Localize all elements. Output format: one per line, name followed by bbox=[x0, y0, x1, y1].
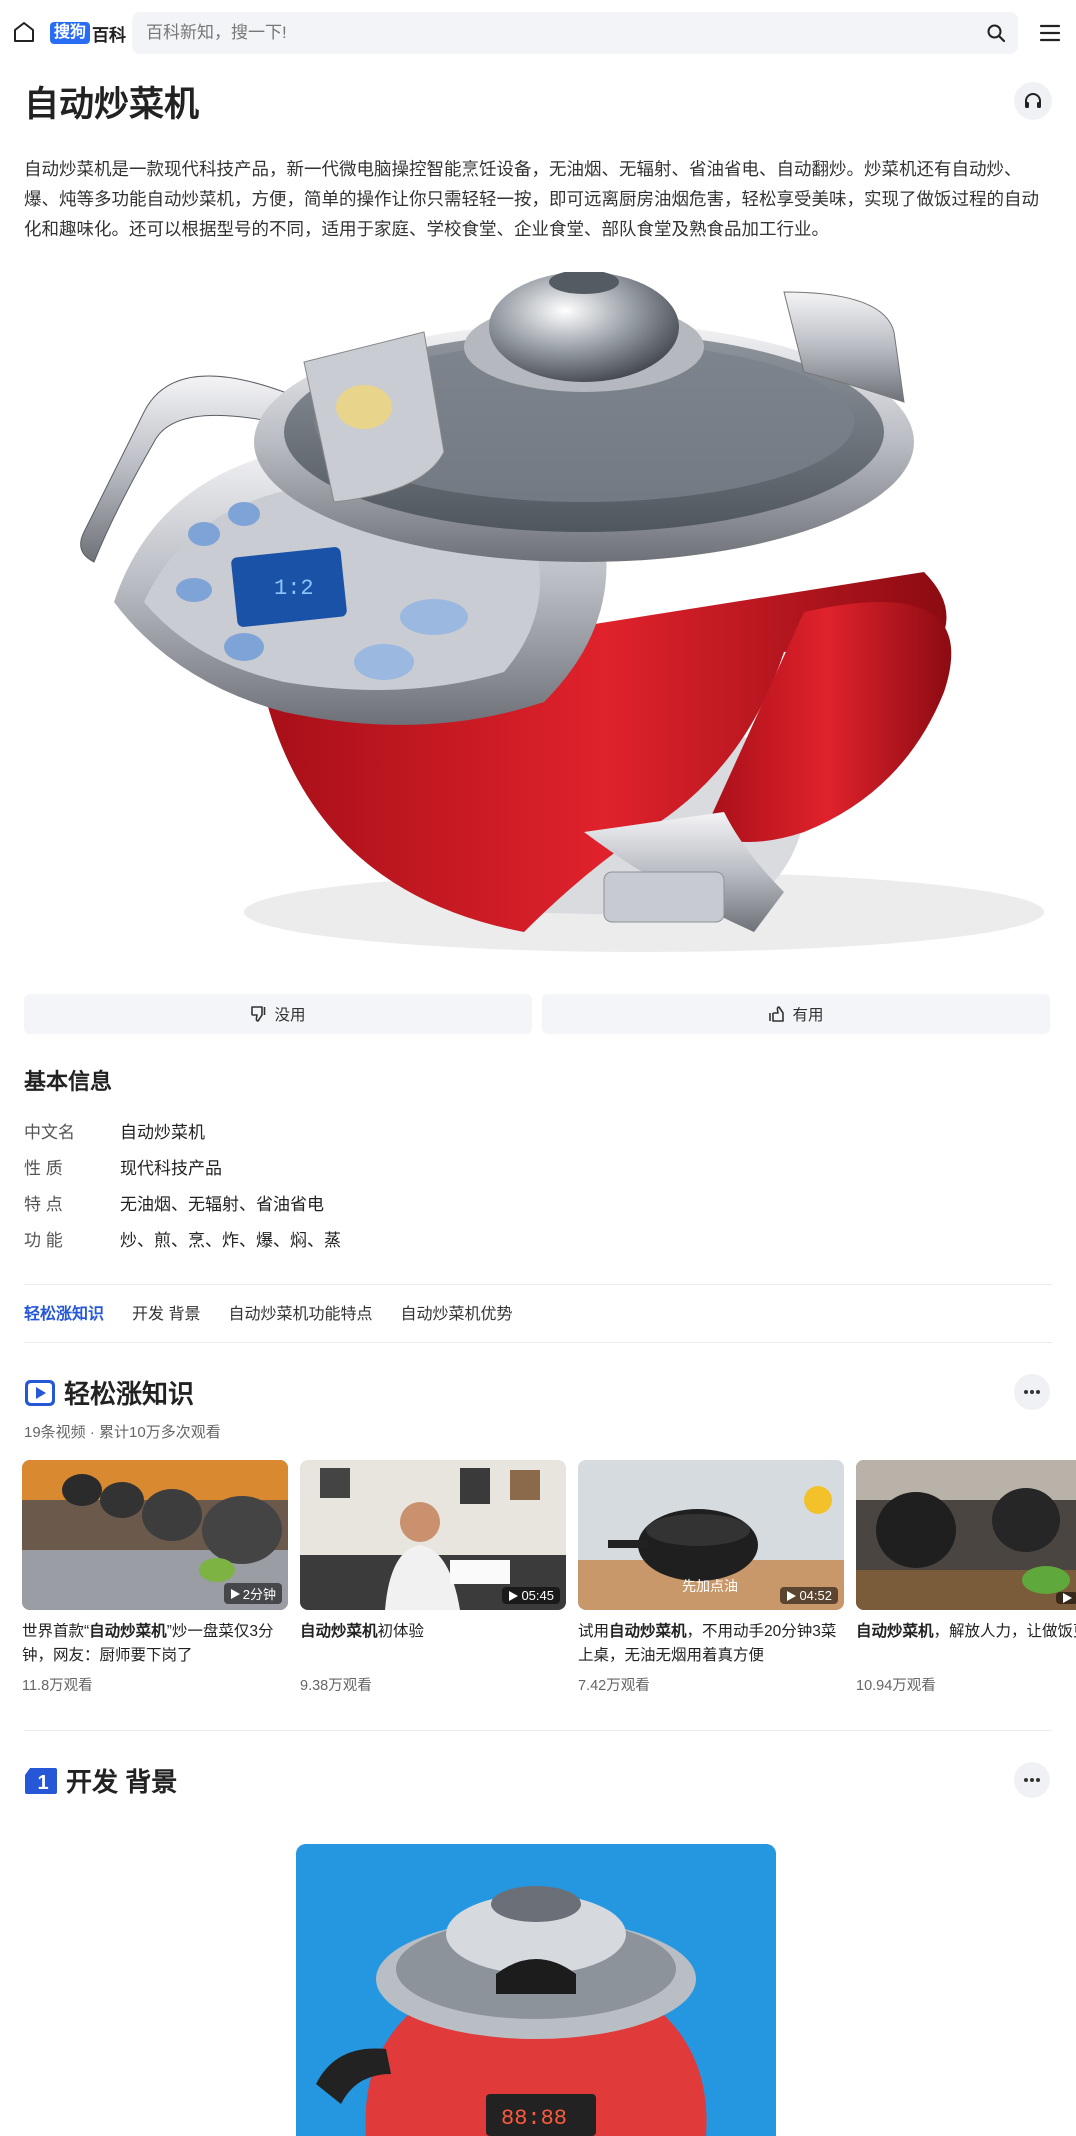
play-icon bbox=[787, 1590, 797, 1601]
home-icon[interactable] bbox=[12, 20, 36, 44]
video-thumbnail[interactable] bbox=[856, 1460, 1076, 1610]
play-icon bbox=[509, 1590, 519, 1601]
more-icon bbox=[1024, 1390, 1040, 1394]
video-title-pre: 试用 bbox=[578, 1623, 610, 1640]
video-caption: 先加点油 bbox=[682, 1578, 738, 1594]
knowledge-meta: 19条视频 · 累计10万多次观看 bbox=[24, 1424, 221, 1441]
video-thumbnail[interactable]: 先加点油 04:52 bbox=[578, 1460, 844, 1610]
search-icon[interactable] bbox=[986, 23, 1006, 43]
video-views: 10.94万观看 bbox=[856, 1678, 936, 1694]
headphones-icon bbox=[1025, 93, 1041, 108]
divider bbox=[24, 1730, 1052, 1731]
basic-info-table: 中文名 自动炒菜机 性 质 现代科技产品 特 点 无油烟、无辐射、省油省电 功 … bbox=[24, 1112, 341, 1256]
video-play-icon bbox=[25, 1379, 55, 1406]
video-thumbnail[interactable]: 05:45 bbox=[300, 1460, 566, 1610]
video-title[interactable]: 自动炒菜机，解放人力，让做饭更 bbox=[856, 1620, 1076, 1668]
video-title[interactable]: 世界首款“自动炒菜机”炒一盘菜仅3分钟，网友：厨师要下岗了 bbox=[22, 1620, 288, 1668]
useful-label: 有用 bbox=[792, 1007, 824, 1024]
menu-icon[interactable] bbox=[1038, 22, 1062, 44]
useless-label: 没用 bbox=[274, 1007, 306, 1024]
logo-text: 百科 bbox=[92, 25, 127, 45]
tab-features[interactable]: 自动炒菜机功能特点 bbox=[228, 1300, 372, 1324]
tab-knowledge[interactable]: 轻松涨知识 bbox=[24, 1300, 104, 1324]
page-title: 自动炒菜机 bbox=[24, 85, 200, 124]
info-key: 中文名 bbox=[24, 1122, 75, 1142]
info-value: 自动炒菜机 bbox=[120, 1122, 205, 1142]
info-row: 性 质 现代科技产品 bbox=[24, 1148, 341, 1184]
video-carousel: 2分钟 世界首款“自动炒菜机”炒一盘菜仅3分钟，网友：厨师要下岗了 11.8万观… bbox=[22, 1460, 1076, 1710]
cooker-photo: 88:88 bbox=[296, 1844, 776, 2136]
video-duration: 05:45 bbox=[502, 1587, 560, 1604]
more-icon bbox=[1024, 1778, 1040, 1782]
video-views: 11.8万观看 bbox=[22, 1678, 93, 1694]
video-thumbnail[interactable]: 2分钟 bbox=[22, 1460, 288, 1610]
video-thumbnail-image bbox=[856, 1460, 1076, 1610]
video-card[interactable]: 自动炒菜机，解放人力，让做饭更 10.94万观看 bbox=[856, 1460, 1076, 1695]
knowledge-header: 轻松涨知识 bbox=[24, 1374, 194, 1411]
video-card[interactable]: 05:45 自动炒菜机初体验 9.38万观看 bbox=[300, 1460, 566, 1695]
play-icon bbox=[230, 1588, 240, 1599]
duration-text: 04:52 bbox=[799, 1588, 832, 1603]
video-views: 9.38万观看 bbox=[300, 1678, 372, 1694]
duration-text: 2分钟 bbox=[242, 1587, 276, 1602]
svg-text:88:88: 88:88 bbox=[501, 2106, 567, 2131]
section-tabs: 轻松涨知识 开发 背景 自动炒菜机功能特点 自动炒菜机优势 bbox=[24, 1300, 513, 1324]
divider bbox=[24, 1284, 1052, 1285]
video-views: 7.42万观看 bbox=[578, 1678, 650, 1694]
search-box bbox=[132, 12, 1018, 54]
video-card[interactable]: 2分钟 世界首款“自动炒菜机”炒一盘菜仅3分钟，网友：厨师要下岗了 11.8万观… bbox=[22, 1460, 288, 1695]
section-number-icon: 1 bbox=[25, 1767, 57, 1794]
video-title-post: 初体验 bbox=[377, 1623, 425, 1640]
info-row: 功 能 炒、煎、烹、炸、爆、焖、蒸 bbox=[24, 1220, 341, 1256]
video-duration: 04:52 bbox=[780, 1587, 838, 1604]
logo[interactable]: 搜狗 百科 bbox=[50, 22, 127, 45]
info-row: 特 点 无油烟、无辐射、省油省电 bbox=[24, 1184, 341, 1220]
video-title-bold: 自动炒菜机 bbox=[609, 1623, 687, 1640]
section-number: 1 bbox=[37, 1772, 48, 1794]
useful-button[interactable]: 有用 bbox=[542, 994, 1050, 1034]
info-value: 炒、煎、烹、炸、爆、焖、蒸 bbox=[120, 1230, 341, 1250]
useless-button[interactable]: 没用 bbox=[24, 994, 532, 1034]
video-title-bold: 自动炒菜机 bbox=[89, 1623, 167, 1640]
logo-badge: 搜狗 bbox=[50, 22, 91, 44]
video-title-bold: 自动炒菜机 bbox=[300, 1623, 378, 1640]
video-title[interactable]: 试用自动炒菜机，不用动手20分钟3菜上桌，无油无烟用着真方便 bbox=[578, 1620, 844, 1668]
video-duration: 2分钟 bbox=[223, 1583, 282, 1604]
top-bar: 搜狗 百科 bbox=[0, 0, 1076, 66]
background-title: 开发 背景 bbox=[66, 1767, 178, 1797]
feedback-row: 没用 有用 bbox=[24, 994, 1050, 1034]
info-value: 现代科技产品 bbox=[120, 1158, 222, 1178]
basic-info-title: 基本信息 bbox=[24, 1069, 113, 1094]
thumbs-up-icon bbox=[769, 1006, 785, 1022]
background-image[interactable]: 88:88 bbox=[296, 1844, 776, 2136]
cooking-machine-image[interactable]: 1:2 bbox=[24, 272, 1054, 962]
video-title-post: ，解放人力，让做饭更 bbox=[933, 1623, 1076, 1640]
knowledge-more-button[interactable] bbox=[1014, 1374, 1050, 1410]
search-input[interactable] bbox=[146, 12, 966, 54]
video-duration bbox=[1056, 1592, 1076, 1604]
info-key: 特 点 bbox=[24, 1194, 63, 1214]
tab-advantages[interactable]: 自动炒菜机优势 bbox=[400, 1300, 512, 1324]
knowledge-title: 轻松涨知识 bbox=[64, 1379, 195, 1409]
thumbs-down-icon bbox=[251, 1006, 266, 1022]
video-title-pre: 世界首款“ bbox=[22, 1623, 90, 1640]
divider bbox=[24, 1342, 1052, 1343]
info-value: 无油烟、无辐射、省油省电 bbox=[120, 1194, 324, 1214]
video-card[interactable]: 先加点油 04:52 试用自动炒菜机，不用动手20分钟3菜上桌，无油无烟用着真方… bbox=[578, 1460, 844, 1695]
video-title[interactable]: 自动炒菜机初体验 bbox=[300, 1620, 566, 1668]
tab-background[interactable]: 开发 背景 bbox=[132, 1300, 200, 1324]
info-key: 性 质 bbox=[24, 1158, 63, 1178]
info-row: 中文名 自动炒菜机 bbox=[24, 1112, 341, 1148]
duration-text: 05:45 bbox=[521, 1588, 554, 1603]
background-more-button[interactable] bbox=[1014, 1762, 1050, 1798]
intro-paragraph: 自动炒菜机是一款现代科技产品，新一代微电脑操控智能烹饪设备，无油烟、无辐射、省油… bbox=[24, 159, 1039, 239]
video-title-bold: 自动炒菜机 bbox=[856, 1623, 934, 1640]
info-key: 功 能 bbox=[24, 1230, 63, 1250]
background-header: 1 开发 背景 bbox=[24, 1762, 177, 1799]
svg-text:1:2: 1:2 bbox=[274, 576, 314, 601]
play-icon bbox=[1063, 1593, 1072, 1603]
audio-button[interactable] bbox=[1014, 82, 1052, 120]
